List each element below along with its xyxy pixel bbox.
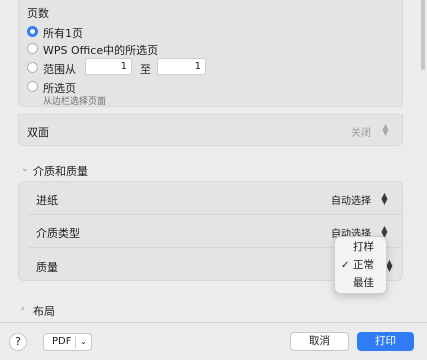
duplex-stepper-icon: ▲ ▼ [382,122,389,137]
checkmark-icon: ✓ [341,260,350,271]
radio-icon[interactable] [27,81,38,92]
radio-icon[interactable] [27,62,38,73]
paper-source-label: 进纸 [36,194,58,207]
radio-range-label: 范围从 [43,63,76,76]
menu-item-label: 最佳 [353,277,374,289]
menu-item-draft[interactable]: 打样 [335,239,386,256]
cancel-button[interactable]: 取消 [290,332,349,351]
chevron-right-icon[interactable]: › [21,304,25,314]
paper-source-value[interactable]: 自动选择 [331,192,371,207]
duplex-label: 双面 [27,126,49,139]
selection-hint: 从边栏选择页面 [43,97,107,107]
chevron-down-icon[interactable]: ⌄ [21,164,29,174]
divider [28,214,403,215]
print-options-panel: 页数 所有1页 WPS Office中的所选页 范围从 1 至 1 所选页 从边… [0,0,427,322]
range-to-label: 至 [140,63,151,76]
media-type-label: 介质类型 [36,227,80,240]
help-button[interactable]: ? [9,333,27,351]
duplex-value: 关闭 [351,128,371,139]
popup-stepper-icon[interactable]: ▲ ▼ [379,192,390,206]
radio-wps-selected-label: WPS Office中的所选页 [43,44,159,57]
pdf-menu-button[interactable]: PDF ⌄ [43,333,92,351]
media-quality-title[interactable]: 介质和质量 [33,163,88,179]
footer-bar: ? PDF ⌄ 取消 打印 [0,322,427,360]
menu-item-label: 打样 [353,241,374,253]
quality-dropdown-menu: 打样 ✓ 正常 最佳 [334,236,387,294]
menu-item-normal[interactable]: ✓ 正常 [335,257,386,274]
range-from-input[interactable]: 1 [85,58,132,75]
chevron-down-icon: ⌄ [80,337,87,346]
radio-all-pages-label: 所有1页 [43,27,83,40]
quality-label: 质量 [36,261,58,274]
pages-title: 页数 [27,7,49,20]
radio-icon[interactable] [27,43,38,54]
print-button[interactable]: 打印 [357,332,414,351]
divider [75,336,76,348]
scrollbar[interactable] [419,0,427,322]
radio-selected-icon[interactable] [27,26,38,37]
duplex-row [18,114,403,146]
layout-title[interactable]: 布局 [33,303,55,319]
pdf-label: PDF [52,336,72,347]
scrollbar-thumb[interactable] [421,0,425,70]
menu-item-best[interactable]: 最佳 [335,275,386,292]
menu-item-label: 正常 [353,259,374,271]
range-to-input[interactable]: 1 [157,58,206,75]
